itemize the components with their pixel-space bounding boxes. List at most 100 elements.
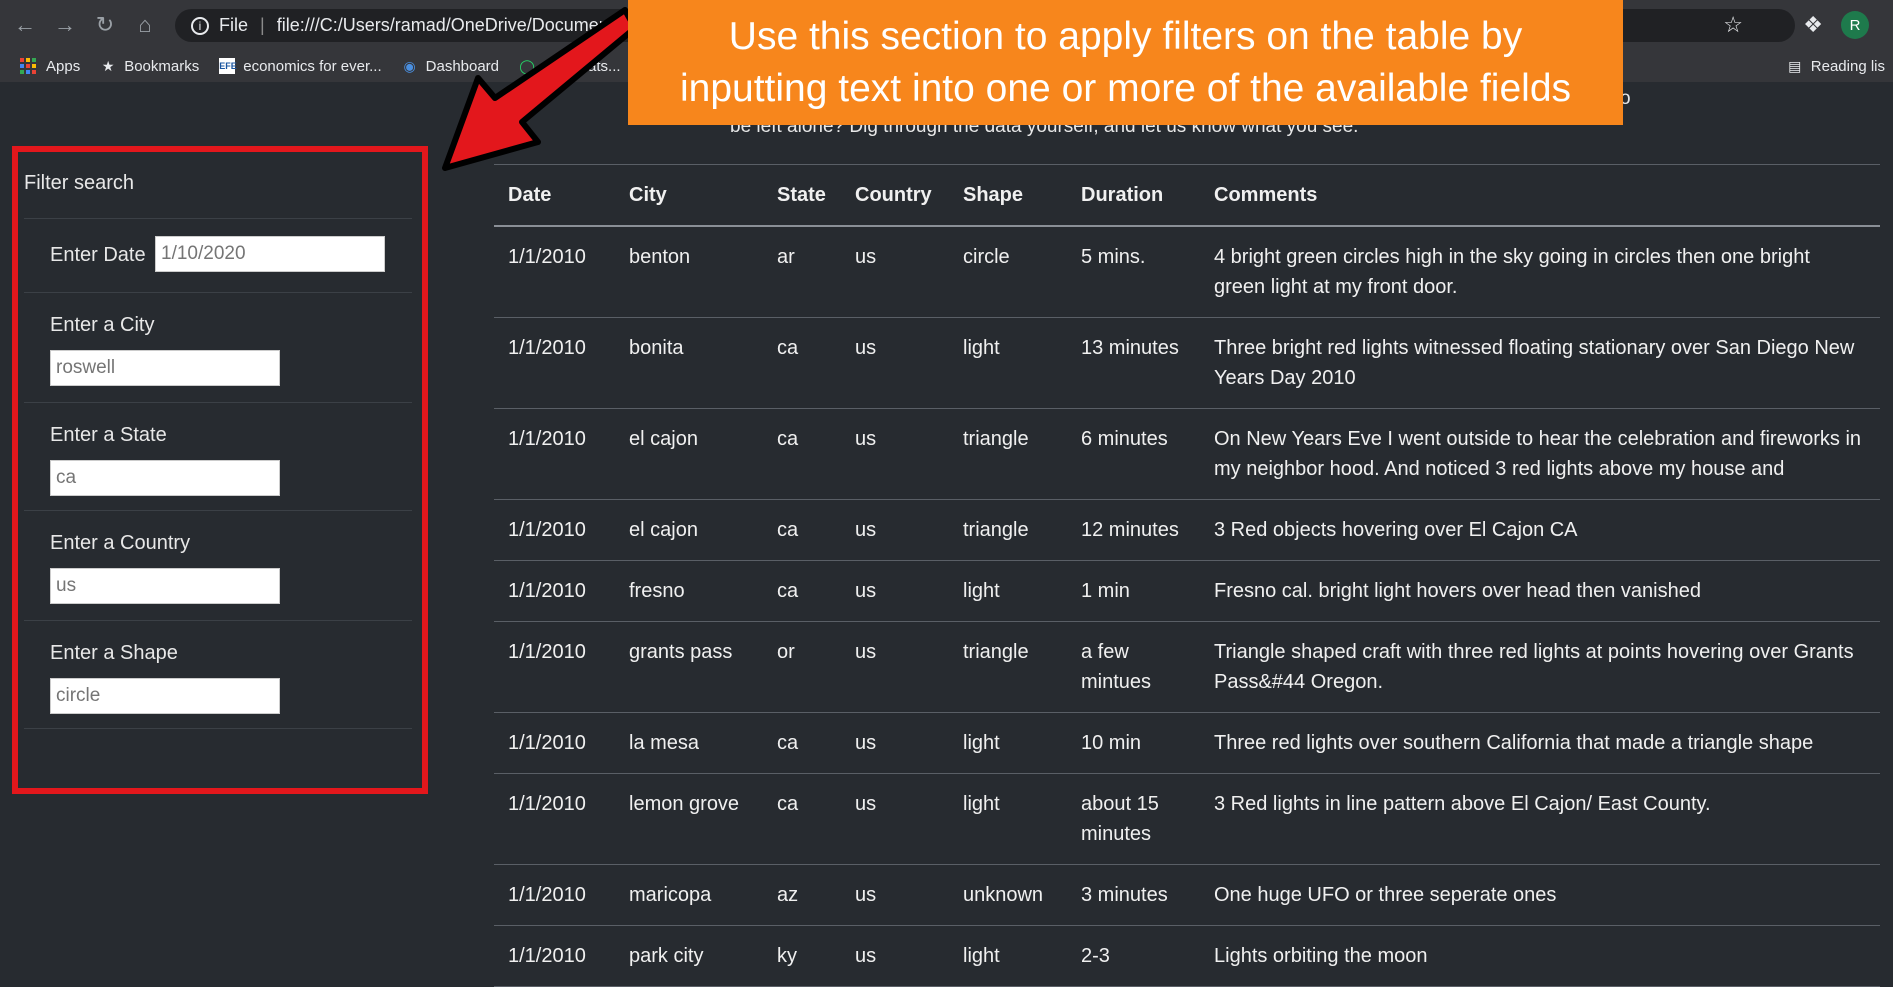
- cell-country: us: [841, 864, 949, 926]
- divider: [24, 402, 412, 403]
- cell-country: us: [841, 925, 949, 987]
- table-row: 1/1/2010 el cajon ca us triangle 6 minutes On …: [494, 408, 1880, 500]
- state-label: Enter a State: [50, 424, 167, 446]
- filter-panel: Filter search Enter Date Enter a City En…: [12, 146, 428, 794]
- cell-date: 1/1/2010: [494, 499, 615, 561]
- cell-comments: 3 Red lights in line pattern above El Ca…: [1200, 773, 1880, 865]
- cell-country: us: [841, 408, 949, 500]
- table-row: 1/1/2010 park city ky us light 2-3 Lights orbi…: [494, 925, 1880, 987]
- city-input[interactable]: [50, 350, 280, 386]
- table-row: 1/1/2010 la mesa ca us light 10 min Three red …: [494, 712, 1880, 774]
- table-row: 1/1/2010 maricopa az us unknown 3 minutes One …: [494, 864, 1880, 926]
- date-input[interactable]: [155, 236, 385, 272]
- cell-city: bonita: [615, 317, 763, 409]
- cell-state: or: [763, 621, 841, 713]
- cell-shape: light: [949, 712, 1067, 774]
- bookmark-label: Bookmarks: [124, 57, 200, 75]
- cell-country: us: [841, 621, 949, 713]
- star-icon: ★: [101, 58, 115, 74]
- cell-country: us: [841, 499, 949, 561]
- annotation-arrow-icon: [442, 7, 638, 171]
- reading-list-label: Reading lis: [1810, 57, 1885, 75]
- cell-state: ky: [763, 925, 841, 987]
- cell-city: grants pass: [615, 621, 763, 713]
- cell-country: us: [841, 317, 949, 409]
- city-label: Enter a City: [50, 314, 155, 336]
- cell-country: us: [841, 712, 949, 774]
- cell-comments: 3 Red objects hovering over El Cajon CA: [1200, 499, 1880, 561]
- divider: [24, 510, 412, 511]
- reading-list-icon: ▤: [1788, 58, 1802, 74]
- cell-shape: triangle: [949, 621, 1067, 713]
- cell-duration: 13 minutes: [1067, 317, 1200, 409]
- extensions-puzzle-icon[interactable]: ❖: [1803, 12, 1823, 38]
- table-row: 1/1/2010 bonita ca us light 13 minutes Three b…: [494, 317, 1880, 409]
- cell-shape: circle: [949, 226, 1067, 318]
- country-label: Enter a Country: [50, 532, 191, 554]
- table-row: 1/1/2010 el cajon ca us triangle 12 minutes 3 …: [494, 499, 1880, 561]
- cell-duration: 5 mins.: [1067, 226, 1200, 318]
- column-header-comments: Comments: [1200, 164, 1880, 227]
- ufo-sightings-table: Date City State Country Shape Duration C…: [494, 164, 1880, 987]
- forward-arrow-icon[interactable]: →: [50, 10, 80, 40]
- column-header-state: State: [763, 164, 841, 227]
- cell-shape: light: [949, 560, 1067, 622]
- cell-city: fresno: [615, 560, 763, 622]
- cell-city: park city: [615, 925, 763, 987]
- table-body: 1/1/2010 benton ar us circle 5 mins. 4 bright …: [494, 226, 1880, 987]
- back-arrow-icon[interactable]: ←: [10, 10, 40, 40]
- cell-state: ca: [763, 499, 841, 561]
- cell-duration: a few mintues: [1067, 621, 1200, 713]
- column-header-shape: Shape: [949, 164, 1067, 227]
- cell-country: us: [841, 560, 949, 622]
- cell-comments: Lights orbiting the moon: [1200, 925, 1880, 987]
- state-input[interactable]: [50, 460, 280, 496]
- cell-comments: Three bright red lights witnessed floati…: [1200, 317, 1880, 409]
- cell-date: 1/1/2010: [494, 226, 615, 318]
- reading-list[interactable]: ▤ Reading lis: [1787, 50, 1885, 82]
- table-row: 1/1/2010 grants pass or us triangle a few min…: [494, 621, 1880, 713]
- bookmark-apps[interactable]: Apps: [20, 58, 80, 75]
- filter-title: Filter search: [24, 172, 135, 194]
- cell-city: benton: [615, 226, 763, 318]
- cell-state: az: [763, 864, 841, 926]
- country-input[interactable]: [50, 568, 280, 604]
- cell-state: ca: [763, 712, 841, 774]
- shape-label: Enter a Shape: [50, 642, 178, 664]
- callout-line-2: inputting text into one or more of the a…: [679, 66, 1572, 110]
- cell-date: 1/1/2010: [494, 408, 615, 500]
- cell-comments: On New Years Eve I went outside to hear …: [1200, 408, 1880, 500]
- url-scheme: File: [219, 15, 249, 35]
- shape-input[interactable]: [50, 678, 280, 714]
- cell-duration: 6 minutes: [1067, 408, 1200, 500]
- cell-comments: One huge UFO or three seperate ones: [1200, 864, 1880, 926]
- reload-icon[interactable]: ↻: [90, 10, 120, 40]
- bookmark-star-icon[interactable]: ☆: [1723, 12, 1743, 38]
- home-icon[interactable]: ⌂: [130, 10, 160, 40]
- info-icon[interactable]: i: [191, 16, 209, 35]
- apps-icon: [20, 58, 36, 74]
- cell-date: 1/1/2010: [494, 864, 615, 926]
- profile-avatar[interactable]: R: [1841, 11, 1869, 39]
- cell-country: us: [841, 226, 949, 318]
- cell-shape: light: [949, 317, 1067, 409]
- cell-comments: Triangle shaped craft with three red lig…: [1200, 621, 1880, 713]
- cell-duration: 3 minutes: [1067, 864, 1200, 926]
- cell-shape: light: [949, 925, 1067, 987]
- column-header-duration: Duration: [1067, 164, 1200, 227]
- column-header-country: Country: [841, 164, 949, 227]
- bookmark-economics[interactable]: EFE economics for ever...: [219, 58, 382, 75]
- cell-date: 1/1/2010: [494, 621, 615, 713]
- cell-duration: 10 min: [1067, 712, 1200, 774]
- cell-date: 1/1/2010: [494, 560, 615, 622]
- cell-state: ca: [763, 773, 841, 865]
- cell-duration: 12 minutes: [1067, 499, 1200, 561]
- bookmark-bookmarks[interactable]: ★ Bookmarks: [100, 58, 199, 75]
- cell-comments: Three red lights over southern Californi…: [1200, 712, 1880, 774]
- cell-shape: triangle: [949, 499, 1067, 561]
- table-row: 1/1/2010 fresno ca us light 1 min Fresno cal. …: [494, 560, 1880, 622]
- divider: [24, 218, 412, 219]
- cell-duration: about 15 minutes: [1067, 773, 1200, 865]
- cell-duration: 1 min: [1067, 560, 1200, 622]
- cell-shape: light: [949, 773, 1067, 865]
